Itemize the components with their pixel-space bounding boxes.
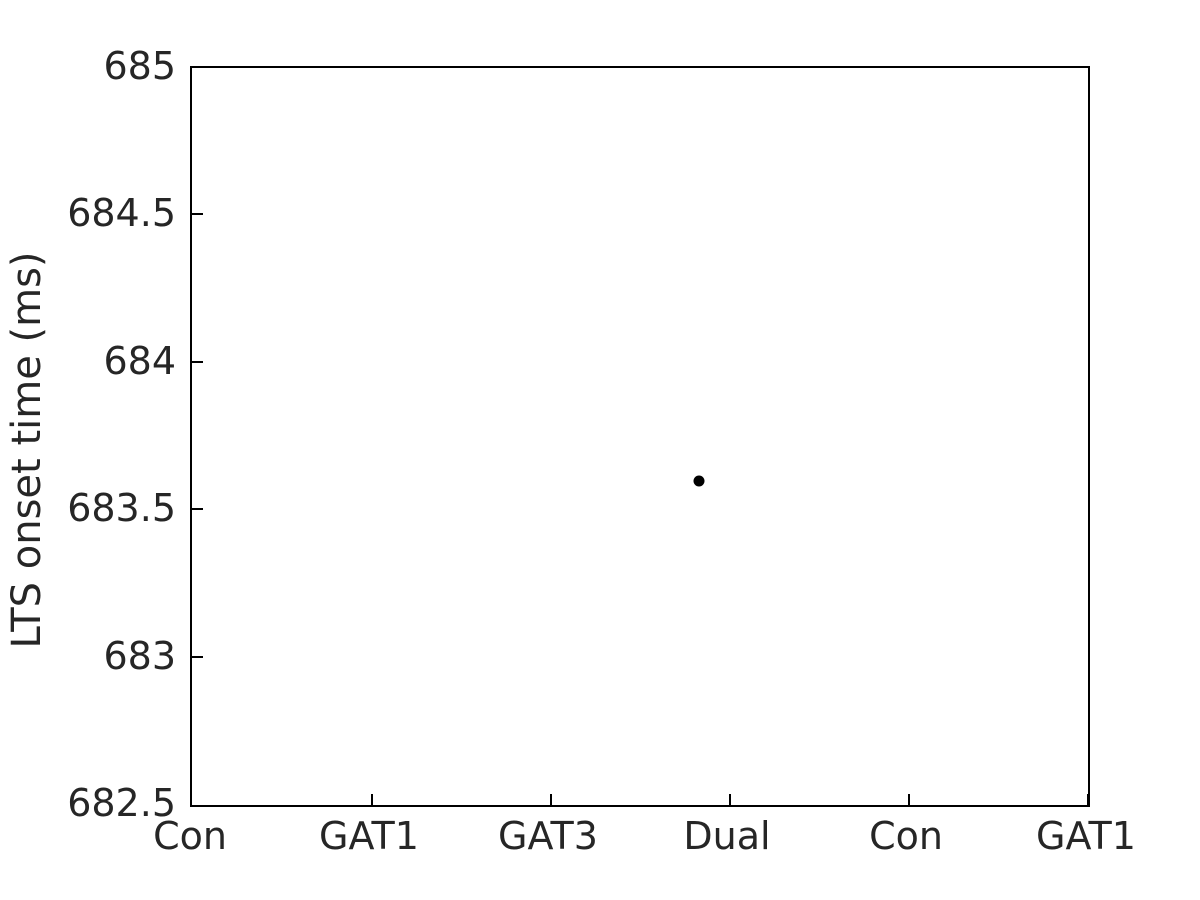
y-tick-mark — [192, 213, 203, 215]
x-tick-label-gat1-2: GAT1 — [1036, 814, 1136, 858]
y-tick-mark — [192, 508, 203, 510]
y-tick-mark — [192, 656, 203, 658]
x-tick-label-gat3: GAT3 — [498, 814, 598, 858]
y-tick-mark — [192, 361, 203, 363]
x-tick-mark — [550, 794, 552, 805]
x-tick-label-gat1-1: GAT1 — [319, 814, 419, 858]
figure-canvas: LTS onset time (ms) 685 684.5 684 683.5 … — [0, 0, 1200, 900]
x-tick-mark — [729, 794, 731, 805]
data-point-marker — [693, 475, 705, 487]
x-tick-label-con-1: Con — [153, 814, 227, 858]
x-tick-label-con-2: Con — [869, 814, 943, 858]
x-tick-label-dual: Dual — [683, 814, 771, 858]
x-tick-mark — [908, 794, 910, 805]
x-tick-mark — [371, 794, 373, 805]
x-tick-mark — [1087, 794, 1089, 805]
plot-area — [190, 66, 1090, 807]
